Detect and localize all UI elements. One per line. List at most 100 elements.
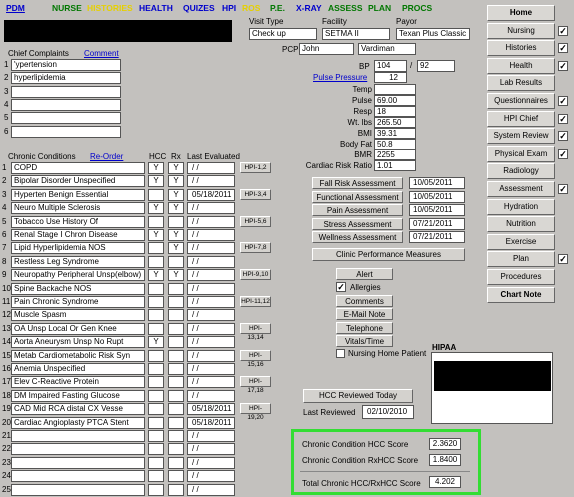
vital-field[interactable]: 265.50 [374,116,416,128]
assessment-button[interactable]: Functional Assessment [312,190,403,203]
vital-field[interactable]: 2255 [374,149,416,161]
last-evaluated-field[interactable]: / / [187,336,235,349]
nav-chart-note-button[interactable]: Chart Note [487,286,555,303]
payor-field[interactable]: Texan Plus Classic [396,28,470,40]
condition-name-field[interactable] [11,456,145,469]
hcc-field[interactable] [148,282,164,295]
hcc-field[interactable] [148,443,164,456]
hcc-field[interactable] [148,349,164,362]
condition-name-field[interactable]: Hyperten Benign Essential [11,188,145,201]
last-evaluated-field[interactable]: / / [187,389,235,402]
rx-field[interactable]: Y [168,175,184,188]
complaint-field[interactable]: hyperlipidemia [11,72,121,85]
hpi-button[interactable]: HPI-3,4 [240,188,271,200]
condition-name-field[interactable]: Restless Leg Syndrome [11,255,145,268]
last-evaluated-field[interactable]: / / [187,175,235,188]
hcc-field[interactable]: Y [148,175,164,188]
comment-link[interactable]: Comment [84,49,119,58]
rx-field[interactable] [168,255,184,268]
assessment-date-field[interactable]: 07/21/2011 [409,231,465,243]
menu-nurse[interactable]: NURSE [52,3,82,13]
last-evaluated-field[interactable]: / / [187,483,235,496]
nav-hpi-chief-button[interactable]: HPI Chief [487,110,555,127]
assessment-date-field[interactable]: 10/05/2011 [409,204,465,216]
hpi-button[interactable]: HPI-13,14 [240,322,271,341]
nav-nutrition-button[interactable]: Nutrition [487,216,555,233]
nav-health-button[interactable]: Health [487,57,555,74]
condition-name-field[interactable] [11,443,145,456]
hcc-field[interactable] [148,255,164,268]
rx-field[interactable] [168,296,184,308]
last-evaluated-field[interactable]: / / [187,202,235,215]
last-evaluated-field[interactable]: / / [187,296,235,308]
vital-field[interactable]: 50.8 [374,138,416,150]
vital-field[interactable]: 39.31 [374,127,416,139]
rx-field[interactable] [168,363,184,375]
hcc-field[interactable] [148,215,164,228]
last-evaluated-field[interactable]: / / [187,309,235,322]
assessment-date-field[interactable]: 10/05/2011 [409,190,465,203]
last-evaluated-field[interactable]: / / [187,470,235,483]
rx-field[interactable] [168,376,184,389]
hcc-field[interactable]: Y [148,202,164,215]
hcc-field[interactable]: Y [148,162,164,174]
hcc-field[interactable] [148,188,164,201]
condition-name-field[interactable]: Renal Stage I Chron Disease [11,229,145,241]
pulse-pressure-link[interactable]: Pulse Pressure [313,73,367,82]
hcc-field[interactable] [148,309,164,322]
menu-histories[interactable]: HISTORIES [87,3,133,13]
menu-xray[interactable]: X-RAY [296,3,322,13]
hpi-button[interactable]: HPI-1,2 [240,162,271,173]
nav-histories-button[interactable]: Histories [487,40,555,57]
condition-name-field[interactable]: Spine Backache NOS [11,282,145,295]
last-reviewed-field[interactable]: 02/10/2010 [362,405,414,419]
condition-name-field[interactable] [11,430,145,442]
condition-name-field[interactable]: Anemia Unspecified [11,363,145,375]
complaint-field[interactable] [11,85,121,98]
nav-nursing-button[interactable]: Nursing [487,22,555,39]
hpi-button[interactable]: HPI-19,20 [240,403,271,421]
vital-field[interactable] [374,84,416,95]
rx-field[interactable]: Y [168,242,184,255]
last-evaluated-field[interactable]: / / [187,456,235,469]
hpi-button[interactable]: HPI-7,8 [240,242,271,254]
rx-field[interactable] [168,322,184,335]
menu-ros[interactable]: ROS [242,3,260,13]
assessment-button[interactable]: Stress Assessment [312,217,403,230]
last-evaluated-field[interactable]: 05/18/2011 [187,416,235,429]
nursing-home-checkbox[interactable] [336,349,345,358]
rx-field[interactable]: Y [168,269,184,282]
rx-field[interactable] [168,389,184,402]
nav-lab-results-button[interactable]: Lab Results [487,75,555,92]
nav-system-review-button[interactable]: System Review [487,128,555,145]
rx-field[interactable] [168,349,184,362]
hpi-button[interactable]: HPI-17,18 [240,376,271,394]
condition-name-field[interactable]: Neuropathy Peripheral Unsp(elbow) [11,269,145,282]
condition-name-field[interactable] [11,470,145,483]
bp-diastolic-field[interactable]: 92 [417,60,455,72]
menu-quizes[interactable]: QUIZES [183,3,215,13]
last-evaluated-field[interactable]: / / [187,443,235,456]
assessment-date-field[interactable]: 10/05/2011 [409,177,465,189]
complaint-field[interactable] [11,125,121,138]
nav-physical-exam-button[interactable]: Physical Exam [487,145,555,162]
menu-pdm[interactable]: PDM [6,3,25,13]
last-evaluated-field[interactable]: / / [187,255,235,268]
rx-field[interactable] [168,443,184,456]
mid-button-telephone[interactable]: Telephone [336,321,393,334]
hcc-field[interactable]: Y [148,269,164,282]
condition-name-field[interactable]: Elev C-Reactive Protein [11,376,145,389]
menu-assess[interactable]: ASSESS [328,3,363,13]
hcc-field[interactable] [148,242,164,255]
complaint-field[interactable] [11,112,121,125]
hcc-field[interactable] [148,403,164,416]
hpi-button[interactable]: HPI-9,10 [240,269,271,281]
last-evaluated-field[interactable]: / / [187,269,235,282]
mid-button-comments[interactable]: Comments [336,295,393,307]
pcp-last-field[interactable]: Vardiman [358,43,416,55]
last-evaluated-field[interactable]: / / [187,162,235,174]
hpi-button[interactable]: HPI-11,12 [240,296,271,307]
nav-procedures-button[interactable]: Procedures [487,269,555,285]
last-evaluated-field[interactable]: / / [187,322,235,335]
rx-field[interactable] [168,403,184,416]
